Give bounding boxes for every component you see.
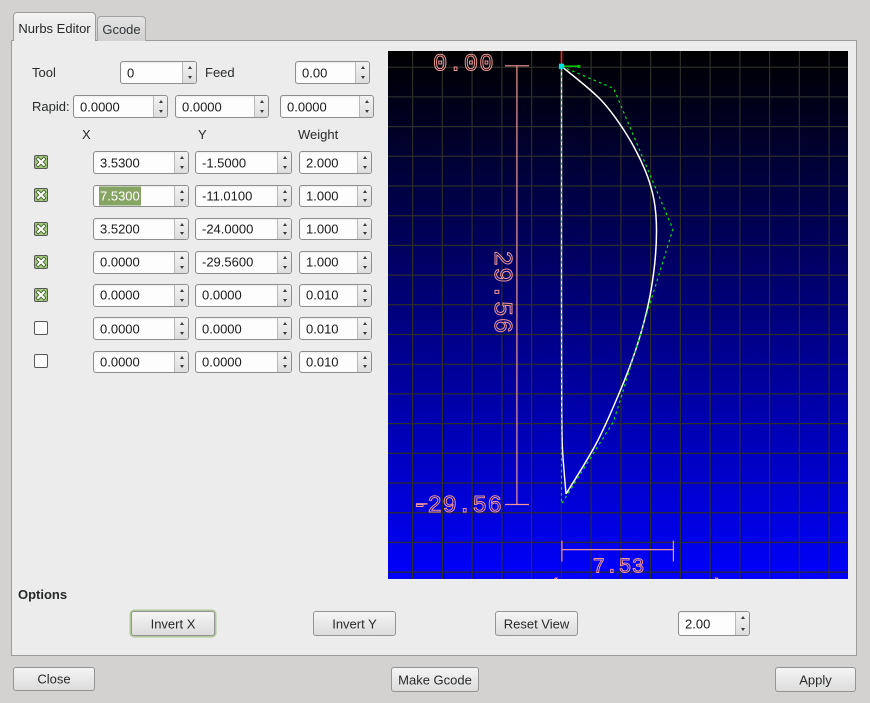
svg-text:-29.56: -29.56: [413, 493, 503, 520]
svg-text:0.00: 0.00: [433, 52, 495, 79]
svg-text:(0.00, -29.56): (0.00, -29.56): [548, 578, 724, 580]
svg-text:29.56: 29.56: [487, 251, 517, 335]
svg-text:7.53: 7.53: [593, 557, 645, 580]
